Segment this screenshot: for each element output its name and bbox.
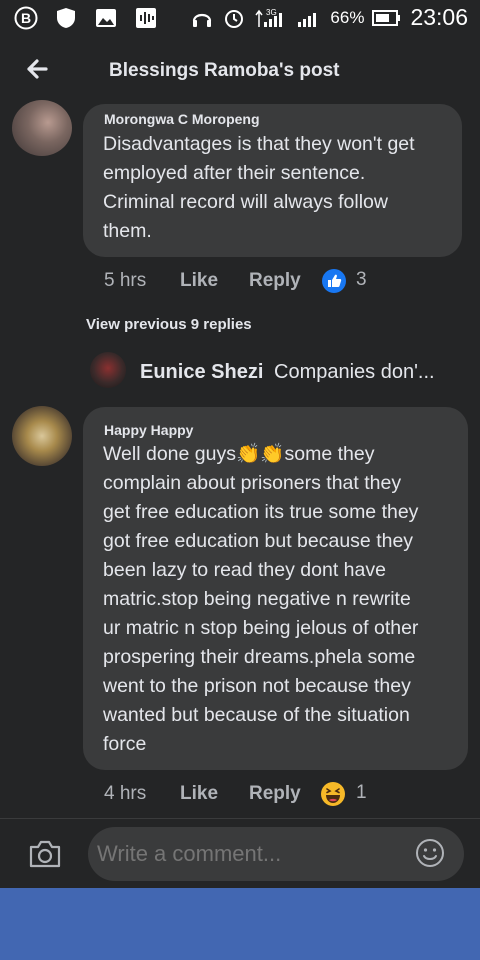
comment-line: get free education its true some they: [103, 501, 419, 523]
comment-timestamp: 5 hrs: [104, 270, 147, 291]
comment-line: wanted but because of the situation: [103, 704, 410, 726]
camera-icon[interactable]: [28, 839, 62, 869]
svg-text:B: B: [21, 10, 31, 26]
like-reaction-icon[interactable]: [319, 266, 349, 296]
view-previous-replies-link[interactable]: View previous 9 replies: [86, 316, 252, 333]
signal-icon: [296, 6, 322, 30]
shield-icon: [54, 6, 78, 30]
reaction-count[interactable]: 3: [356, 269, 367, 291]
comment-line: Disadvantages is that they won't get: [103, 133, 415, 155]
page-title: Blessings Ramoba's post: [109, 60, 340, 81]
comment-line: been lazy to read they dont have: [103, 559, 386, 581]
haha-reaction-icon[interactable]: [318, 779, 348, 809]
top-bar: Blessings Ramoba's post: [0, 38, 480, 106]
comment-line: prospering their dreams.phela some: [103, 646, 416, 668]
comment-line: Criminal record will always follow: [103, 191, 388, 213]
comment-line: Well done guys👏👏some they: [103, 443, 375, 465]
comment-line: went to the prison not because they: [103, 675, 411, 697]
clock: 23:06: [410, 4, 468, 30]
like-button[interactable]: Like: [180, 270, 218, 292]
audio-icon: [134, 6, 158, 30]
comment-author[interactable]: Morongwa C Moropeng: [104, 111, 260, 127]
comment-line: ur matric n stop being jelous of other: [103, 617, 419, 639]
signal-icon: 3G: [254, 6, 288, 30]
comment-line: matric.stop being negative n rewrite: [103, 588, 411, 610]
battery-percent: 66%: [330, 7, 365, 27]
network-type-label: 3G: [266, 8, 277, 17]
headphones-icon: [190, 6, 214, 30]
comment-input[interactable]: [88, 827, 464, 881]
battery-icon: [372, 6, 402, 30]
emoji-icon[interactable]: [415, 838, 445, 868]
comment-line: them.: [103, 220, 152, 242]
avatar[interactable]: [12, 406, 72, 466]
status-bar: B 3G 66% 23:06: [0, 0, 480, 38]
image-icon: [94, 6, 118, 30]
b-circle-icon: B: [14, 6, 38, 30]
comment-line: got free education but because they: [103, 530, 414, 552]
alarm-icon: [222, 6, 246, 30]
back-arrow-icon[interactable]: [22, 54, 52, 84]
avatar[interactable]: [12, 100, 72, 156]
reply-snippet: Companies don'...: [274, 361, 435, 383]
comment-line: force: [103, 733, 147, 755]
reply-button[interactable]: Reply: [249, 783, 301, 805]
comment-composer: [0, 818, 480, 889]
bottom-bar: [0, 888, 480, 960]
comment-line: employed after their sentence.: [103, 162, 366, 184]
reply-button[interactable]: Reply: [249, 270, 301, 292]
reaction-count[interactable]: 1: [356, 782, 367, 804]
like-button[interactable]: Like: [180, 783, 218, 805]
avatar[interactable]: [90, 352, 126, 388]
comment-timestamp: 4 hrs: [104, 783, 147, 804]
comment-line: complain about prisoners that they: [103, 472, 402, 494]
reply-author[interactable]: Eunice Shezi: [140, 361, 263, 384]
comment-author[interactable]: Happy Happy: [104, 422, 193, 438]
